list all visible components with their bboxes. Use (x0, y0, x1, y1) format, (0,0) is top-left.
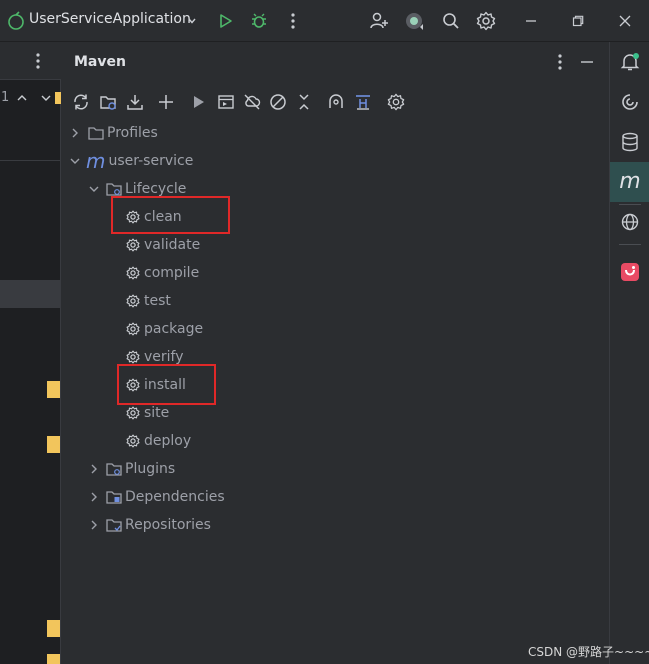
expand-arrow-icon[interactable] (88, 458, 100, 480)
title-bar: UserServiceApplication (0, 0, 649, 42)
lifecycle-phase-compile[interactable]: compile (126, 262, 199, 284)
bookmark-marker[interactable] (47, 620, 60, 637)
run-goal-icon[interactable] (188, 91, 210, 113)
project-icon (5, 0, 27, 42)
add-user-icon[interactable] (366, 0, 392, 42)
run-icon[interactable] (214, 0, 238, 42)
folder-gear-icon (106, 462, 122, 476)
search-icon[interactable] (438, 0, 464, 42)
panel-title: Maven (74, 54, 126, 70)
tree-node-label: user-service (108, 153, 194, 169)
gear-icon (126, 434, 140, 448)
minimize-window-icon[interactable] (518, 0, 544, 42)
lifecycle-phase-label: validate (144, 237, 201, 253)
globe-icon[interactable] (610, 202, 649, 242)
maven-tool-button[interactable]: m (610, 162, 649, 202)
more-tabs-icon[interactable] (36, 53, 40, 69)
tree-node-profiles[interactable]: Profiles (88, 122, 158, 144)
ai-assistant-icon[interactable] (610, 82, 649, 122)
notifications-icon[interactable] (610, 42, 649, 82)
watermark: CSDN @野路子~~~~ (528, 645, 649, 659)
hide-panel-icon[interactable] (576, 42, 598, 82)
editor-separator (0, 160, 61, 161)
folder-icon (88, 126, 104, 140)
lifecycle-phase-label: compile (144, 265, 200, 281)
debug-icon[interactable] (247, 0, 271, 42)
maven-project-icon: m (86, 149, 106, 173)
lifecycle-phase-site[interactable]: site (126, 402, 169, 424)
gear-icon (126, 238, 140, 252)
annotation-box-install (117, 364, 216, 405)
tree-node-dependencies[interactable]: Dependencies (106, 486, 225, 508)
line-number: 1 (1, 90, 10, 105)
lifecycle-phase-label: verify (144, 349, 184, 365)
previous-highlight-icon[interactable] (16, 92, 28, 104)
tree-node-label: Plugins (125, 461, 176, 477)
run-configurations-icon[interactable] (215, 91, 237, 113)
download-icon[interactable] (124, 91, 146, 113)
inspection-marker-icon (55, 92, 61, 104)
bookmark-marker[interactable] (47, 436, 60, 453)
folder-library-icon (106, 490, 122, 504)
expand-arrow-icon[interactable] (69, 122, 81, 144)
folder-gear-icon (106, 182, 122, 196)
lifecycle-phase-label: site (144, 405, 170, 421)
show-diagram-icon[interactable] (352, 91, 374, 113)
close-window-icon[interactable] (612, 0, 638, 42)
maven-settings-icon[interactable] (385, 91, 407, 113)
strip-separator (619, 244, 641, 245)
offline-mode-icon[interactable] (241, 91, 263, 113)
gear-icon (126, 406, 140, 420)
collapse-all-icon[interactable] (293, 91, 315, 113)
gear-icon (126, 322, 140, 336)
chevron-down-icon[interactable] (185, 0, 199, 42)
tree-node-project[interactable]: m user-service (86, 150, 193, 172)
next-highlight-icon[interactable] (40, 92, 52, 104)
collapse-arrow-icon[interactable] (69, 150, 81, 172)
current-line-highlight (0, 280, 61, 308)
editor-tab-bar (0, 42, 61, 80)
bookmark-marker[interactable] (47, 381, 60, 398)
maven-letter-icon: m (619, 169, 641, 194)
tree-node-plugins[interactable]: Plugins (106, 458, 175, 480)
lifecycle-phase-label: deploy (144, 433, 192, 449)
maven-tool-window: Maven Profiles m user-service Lifecycle … (62, 42, 609, 664)
tree-node-label: Lifecycle (125, 181, 187, 197)
lifecycle-phase-deploy[interactable]: deploy (126, 430, 191, 452)
panel-options-icon[interactable] (549, 42, 571, 82)
run-configuration-selector[interactable]: UserServiceApplication (29, 11, 191, 27)
reload-icon[interactable] (70, 91, 92, 113)
settings-icon[interactable] (473, 0, 499, 42)
collapse-arrow-icon[interactable] (88, 178, 100, 200)
right-tool-strip: m (609, 42, 649, 664)
restore-window-icon[interactable] (565, 0, 591, 42)
gear-icon (126, 266, 140, 280)
add-icon[interactable] (155, 91, 177, 113)
skip-tests-icon[interactable] (267, 91, 289, 113)
plugin-app-icon[interactable] (610, 252, 649, 292)
bookmark-marker[interactable] (47, 654, 60, 664)
generate-sources-icon[interactable] (97, 91, 119, 113)
lifecycle-phase-label: package (144, 321, 204, 337)
lifecycle-phase-test[interactable]: test (126, 290, 171, 312)
tree-node-label: Repositories (125, 517, 211, 533)
expand-arrow-icon[interactable] (88, 514, 100, 536)
database-icon[interactable] (610, 122, 649, 162)
folder-repository-icon (106, 518, 122, 532)
tree-node-label: Dependencies (125, 489, 225, 505)
lifecycle-phase-label: test (144, 293, 171, 309)
gear-icon (126, 294, 140, 308)
lifecycle-phase-package[interactable]: package (126, 318, 203, 340)
more-actions-icon[interactable] (282, 0, 304, 42)
gear-icon (126, 350, 140, 364)
lifecycle-phase-validate[interactable]: validate (126, 234, 200, 256)
editor-area[interactable]: 1 (0, 42, 61, 664)
annotation-box-clean (111, 196, 230, 234)
tree-node-repositories[interactable]: Repositories (106, 514, 211, 536)
code-with-me-icon[interactable] (401, 0, 427, 42)
expand-arrow-icon[interactable] (88, 486, 100, 508)
tree-node-label: Profiles (107, 125, 158, 141)
analyze-dependencies-icon[interactable] (325, 91, 347, 113)
